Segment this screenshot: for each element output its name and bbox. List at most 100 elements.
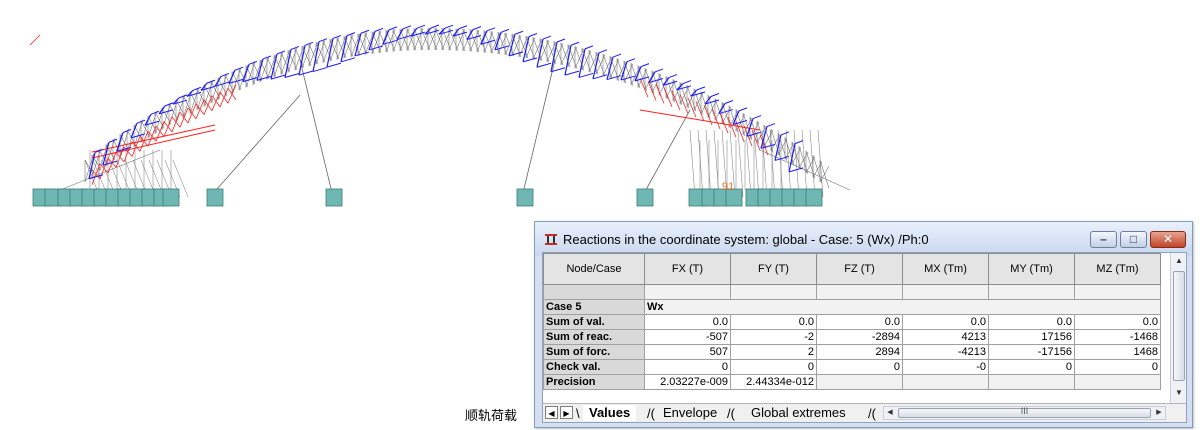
hanger-cable	[641, 109, 691, 198]
load-vector	[508, 51, 524, 57]
row-header[interactable]	[543, 284, 645, 300]
grey-member	[203, 80, 214, 107]
load-vector	[612, 53, 622, 58]
red-member	[203, 95, 213, 115]
reactions-window: Reactions in the coordinate system: glob…	[534, 221, 1193, 428]
maximize-button[interactable]: □	[1120, 231, 1147, 248]
load-vector	[472, 26, 482, 31]
table-cell[interactable]: 0	[644, 359, 731, 375]
vertical-scroll-thumb[interactable]	[1173, 271, 1185, 381]
table-cell[interactable]	[1074, 284, 1161, 300]
approach-member	[809, 129, 816, 198]
table-row: Sum of forc. 507 2 2894 -4213 -17156 146…	[543, 344, 1161, 360]
row-header[interactable]: Check val.	[543, 359, 645, 375]
table-cell[interactable]: 2.44334e-012	[730, 374, 817, 390]
column-header[interactable]: Node/Case	[543, 253, 645, 285]
load-vector	[528, 33, 538, 37]
load-vector	[696, 86, 706, 91]
column-header[interactable]: MZ (Tm)	[1074, 253, 1161, 285]
column-header[interactable]: FX (T)	[644, 253, 731, 285]
table-cell[interactable]	[644, 284, 731, 300]
tab-global-extremes[interactable]: Global extremes	[751, 405, 846, 421]
table-cell[interactable]	[816, 284, 903, 300]
table-cell[interactable]: 507	[644, 344, 731, 360]
row-header[interactable]: Sum of val.	[543, 314, 645, 330]
support-block	[516, 188, 534, 207]
load-vector	[500, 28, 510, 33]
tab-separator: \	[576, 406, 580, 421]
table-cell[interactable]: 0.0	[1074, 314, 1161, 330]
load-vector	[486, 27, 496, 32]
scroll-up-icon[interactable]: ▲	[1171, 253, 1186, 269]
table-cell[interactable]: 2.03227e-009	[644, 374, 731, 390]
table-cell[interactable]: -2	[730, 329, 817, 345]
row-header[interactable]: Sum of forc.	[543, 344, 645, 360]
table-cell[interactable]: 0.0	[816, 314, 903, 330]
tab-separator: /(	[727, 406, 735, 421]
scroll-right-icon[interactable]: ▶	[1153, 407, 1165, 419]
minimize-button[interactable]: –	[1090, 231, 1117, 248]
load-vector	[724, 100, 734, 104]
table-cell[interactable]: -507	[644, 329, 731, 345]
table-cell[interactable]: -0	[902, 359, 989, 375]
column-header[interactable]: FY (T)	[730, 253, 817, 285]
table-cell[interactable]: 0	[1074, 359, 1161, 375]
load-vector	[788, 167, 804, 173]
table-cell[interactable]: -4213	[902, 344, 989, 360]
tab-prev-icon[interactable]: ◀	[545, 406, 558, 419]
tab-next-icon[interactable]: ▶	[560, 406, 573, 419]
table-cell[interactable]: -1468	[1074, 329, 1161, 345]
horizontal-scroll-thumb[interactable]: III	[898, 406, 1151, 418]
table-cell[interactable]	[902, 374, 989, 390]
node-label: 91	[722, 181, 734, 193]
header-row: Node/Case FX (T) FY (T) FZ (T) MX (Tm) M…	[543, 253, 1161, 285]
case-name[interactable]: Wx	[644, 299, 1161, 315]
load-vector	[270, 74, 286, 80]
table-cell[interactable]: -2894	[816, 329, 903, 345]
row-header[interactable]: Sum of reac.	[543, 329, 645, 345]
load-vector	[570, 41, 580, 46]
close-button[interactable]: ✕	[1150, 231, 1186, 248]
table-cell[interactable]: 1468	[1074, 344, 1161, 360]
table-cell[interactable]: 0.0	[730, 314, 817, 330]
table-cell[interactable]: 0	[988, 359, 1075, 375]
red-member	[639, 78, 649, 98]
table-cell[interactable]: 0	[730, 359, 817, 375]
table-cell[interactable]: 0.0	[644, 314, 731, 330]
tab-separator: /(	[868, 406, 876, 421]
window-titlebar[interactable]: Reactions in the coordinate system: glob…	[535, 222, 1192, 256]
table-cell[interactable]: 0.0	[902, 314, 989, 330]
table-cell[interactable]: 0	[816, 359, 903, 375]
table-cell[interactable]	[988, 284, 1075, 300]
table-cell[interactable]: 2	[730, 344, 817, 360]
tab-envelope[interactable]: Envelope	[663, 405, 717, 421]
table-cell[interactable]	[988, 374, 1075, 390]
load-vector	[710, 93, 720, 97]
load-vector	[620, 75, 636, 81]
vertical-scrollbar[interactable]: ▲ ▼	[1170, 253, 1186, 403]
case-label[interactable]: Case 5	[543, 299, 645, 315]
column-header[interactable]: MY (Tm)	[988, 253, 1075, 285]
approach-member	[737, 129, 744, 198]
table-cell[interactable]	[1074, 374, 1161, 390]
table-cell[interactable]: 4213	[902, 329, 989, 345]
row-header[interactable]: Precision	[543, 374, 645, 390]
table-cell[interactable]: -17156	[988, 344, 1075, 360]
tab-values[interactable]: Values	[583, 405, 637, 421]
table-cell[interactable]: 0.0	[988, 314, 1075, 330]
table-cell[interactable]: 2894	[816, 344, 903, 360]
load-vector	[522, 57, 538, 63]
column-header[interactable]: MX (Tm)	[902, 253, 989, 285]
table-cell[interactable]: 17156	[988, 329, 1075, 345]
minimize-icon: –	[1100, 232, 1107, 246]
table-cell[interactable]	[902, 284, 989, 300]
load-vector	[416, 24, 426, 29]
column-header[interactable]: FZ (T)	[816, 253, 903, 285]
scroll-down-icon[interactable]: ▼	[1171, 385, 1186, 401]
scroll-left-icon[interactable]: ◀	[884, 407, 896, 419]
horizontal-scrollbar[interactable]: ◀ III ▶	[883, 406, 1166, 420]
table-cell[interactable]	[816, 374, 903, 390]
red-member	[91, 129, 216, 159]
table-cell[interactable]	[730, 284, 817, 300]
grey-member	[651, 74, 662, 93]
